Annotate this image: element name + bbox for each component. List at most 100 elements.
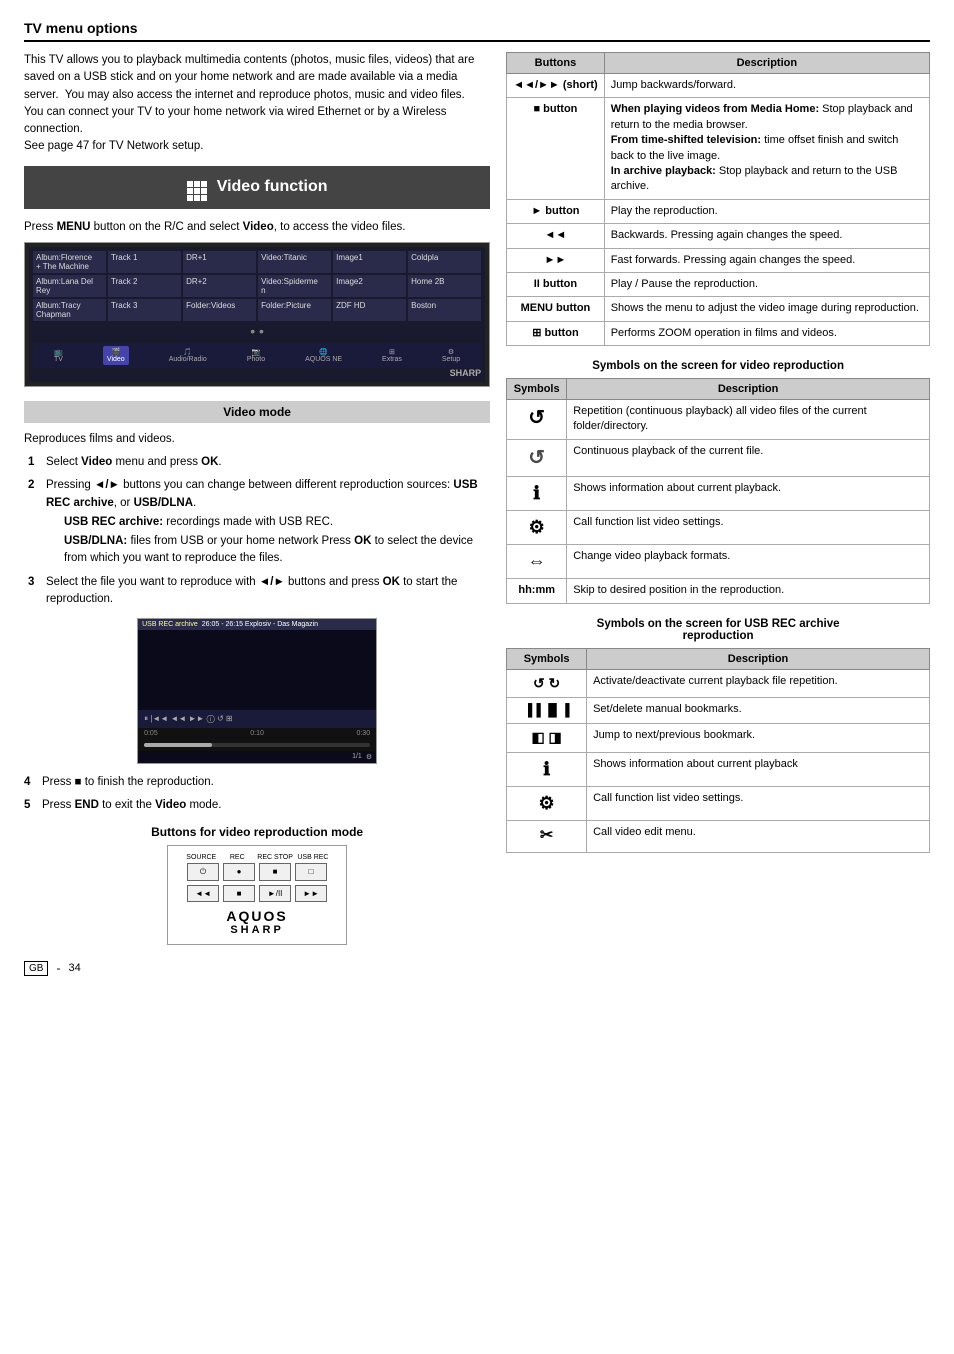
desc-format: Change video playback formats. [567, 545, 930, 579]
ss-row2-col1: Album:Lana DelRey [33, 275, 106, 297]
aquos-text: AQUOS [176, 908, 338, 924]
video-function-header: Video function [24, 166, 490, 209]
remote-row-2: ◄◄ ■ ►/II ►► [176, 885, 338, 902]
playback-bottom: 1/1 ⚙ [138, 751, 376, 763]
remote-row-1: ⏻ ● ■ □ [176, 863, 338, 881]
desc-rw: Backwards. Pressing again changes the sp… [604, 224, 929, 248]
step-5-content: Press END to exit the Video mode. [42, 797, 490, 814]
ss-row1-col4: Video:Titanic [258, 251, 331, 273]
ss-row2-col5: Image2 [333, 275, 406, 297]
desc-activate-repeat: Activate/deactivate current playback fil… [587, 669, 930, 698]
btn-zoom: ⊞ button [507, 321, 605, 345]
desc-ff: Fast forwards. Pressing again changes th… [604, 248, 929, 272]
playback-settings-icon: ⚙ [366, 753, 372, 761]
step-2: 2 Pressing ◄/► buttons you can change be… [28, 477, 490, 567]
step-1-content: Select Video menu and press OK. [46, 454, 490, 471]
desc-edit: Call video edit menu. [587, 821, 930, 852]
step-4-num: 4 [24, 774, 36, 791]
btn-ff: ►► [507, 248, 605, 272]
screenshot-nav: 📺TV 🎬Video 🎵Audio/Radio 📷Photo 🌐AQUOS NE… [33, 343, 481, 368]
desc-pause: Play / Pause the reproduction. [604, 272, 929, 296]
playback-content [138, 630, 376, 710]
step-2-sub2: USB/DLNA: files from USB or your home ne… [64, 533, 490, 568]
desc-info: Shows information about current playback… [567, 476, 930, 510]
sym-repeat-all: ↺ [507, 400, 567, 440]
table-row: ⊞ button Performs ZOOM operation in film… [507, 321, 930, 345]
ss-row3-col4: Folder:Picture [258, 299, 331, 321]
ctrl-icons: ⏸ |◄◄ ◄◄ ►► ⓘ ↺ ⊞ [144, 714, 233, 724]
steps-list: 1 Select Video menu and press OK. 2 Pres… [24, 454, 490, 608]
remote-btn-rec[interactable]: ● [223, 863, 255, 881]
desc-settings: Call function list video settings. [567, 511, 930, 545]
video-mode-header: Video mode [24, 401, 490, 423]
gb-badge: GB [24, 961, 48, 976]
step-5: 5 Press END to exit the Video mode. [24, 797, 490, 814]
table-row: ◄◄/►► (short) Jump backwards/forward. [507, 74, 930, 98]
description-col-header: Description [604, 53, 929, 74]
desc-bookmarks: Set/delete manual bookmarks. [587, 698, 930, 724]
btn-short: ◄◄/►► (short) [507, 74, 605, 98]
remote-btn-usb-rec[interactable]: □ [295, 863, 327, 881]
playback-dark-bg [138, 630, 376, 710]
ss-row2-col3: DR+2 [183, 275, 256, 297]
step-3: 3 Select the file you want to reproduce … [28, 574, 490, 609]
sym-settings: ⚙ [507, 511, 567, 545]
desc-menu: Shows the menu to adjust the video image… [604, 297, 929, 321]
step-3-num: 3 [28, 574, 40, 591]
desc-jump-bookmark: Jump to next/previous bookmark. [587, 724, 930, 753]
remote-btn-source[interactable]: ⏻ [187, 863, 219, 881]
table-row: ⇔ Change video playback formats. [507, 545, 930, 579]
grid-icon [187, 174, 207, 201]
right-column: Buttons Description ◄◄/►► (short) Jump b… [506, 52, 930, 976]
video-function-title: Video function [217, 178, 328, 196]
desc-repeat-one: Continuous playback of the current file. [567, 439, 930, 476]
sym-repeat-one: ↺ [507, 439, 567, 476]
remote-btn-ff[interactable]: ►► [295, 885, 327, 902]
ss-row3-col3: Folder:Videos [183, 299, 256, 321]
buttons-col-header: Buttons [507, 53, 605, 74]
sym-info: ℹ [507, 476, 567, 510]
nav-setup: ⚙Setup [442, 348, 460, 363]
remote-btn-stop[interactable]: ■ [223, 885, 255, 902]
nav-video: 🎬Video [103, 346, 129, 365]
page-number: 34 [68, 962, 80, 974]
step-3-content: Select the file you want to reproduce wi… [46, 574, 490, 609]
btn-rw: ◄◄ [507, 224, 605, 248]
usb-rec-label: USB REC archive [142, 621, 198, 628]
remote-btn-play-pause[interactable]: ►/II [259, 885, 291, 902]
symbols-usb-table: Symbols Description ↺ ↻ Activate/deactiv… [506, 648, 930, 853]
sym-bookmarks: ▐▐ ▐▌▐ [507, 698, 587, 724]
remote-label-source: SOURCE [185, 854, 217, 861]
ss-row3-col1: Album:TracyChapman [33, 299, 106, 321]
remote-btn-rec-stop[interactable]: ■ [259, 863, 291, 881]
table-row: ◧ ◨ Jump to next/previous bookmark. [507, 724, 930, 753]
desc-repeat-all: Repetition (continuous playback) all vid… [567, 400, 930, 440]
table-row: ▐▐ ▐▌▐ Set/delete manual bookmarks. [507, 698, 930, 724]
video-screenshot: Album:Florence+ The Machine Track 1 DR+1… [24, 242, 490, 387]
sym-edit: ✂ [507, 821, 587, 852]
symbols-col-header: Symbols [507, 379, 567, 400]
sym-activate-repeat: ↺ ↻ [507, 669, 587, 698]
step-1-num: 1 [28, 454, 40, 471]
time-start: 0:05 [144, 730, 158, 737]
table-row: ⚙ Call function list video settings. [507, 511, 930, 545]
table-row: ◄◄ Backwards. Pressing again changes the… [507, 224, 930, 248]
video-function-intro: Press MENU button on the R/C and select … [24, 219, 490, 236]
nav-aquos: 🌐AQUOS NE [305, 348, 342, 363]
sym-format: ⇔ [507, 545, 567, 579]
page-num-row: GB - 34 [24, 961, 490, 976]
intro-text: This TV allows you to playback multimedi… [24, 52, 490, 156]
remote-label-usb-rec: USB REC [297, 854, 329, 861]
playback-screenshot: USB REC archive 26:05 - 26:15 Explosiv -… [137, 618, 377, 764]
time-labels: 0:05 0:10 0:30 [138, 728, 376, 739]
table-row: ↺ ↻ Activate/deactivate current playback… [507, 669, 930, 698]
desc-zoom: Performs ZOOM operation in films and vid… [604, 321, 929, 345]
desc-info-usb: Shows information about current playback [587, 752, 930, 786]
nav-dots: • • [33, 323, 481, 339]
buttons-table: Buttons Description ◄◄/►► (short) Jump b… [506, 52, 930, 346]
remote-btn-rw[interactable]: ◄◄ [187, 885, 219, 902]
desc-stop: When playing videos from Media Home: Sto… [604, 98, 929, 199]
desc-play: Play the reproduction. [604, 199, 929, 223]
page-title: TV menu options [24, 20, 930, 42]
table-row: ↺ Continuous playback of the current fil… [507, 439, 930, 476]
